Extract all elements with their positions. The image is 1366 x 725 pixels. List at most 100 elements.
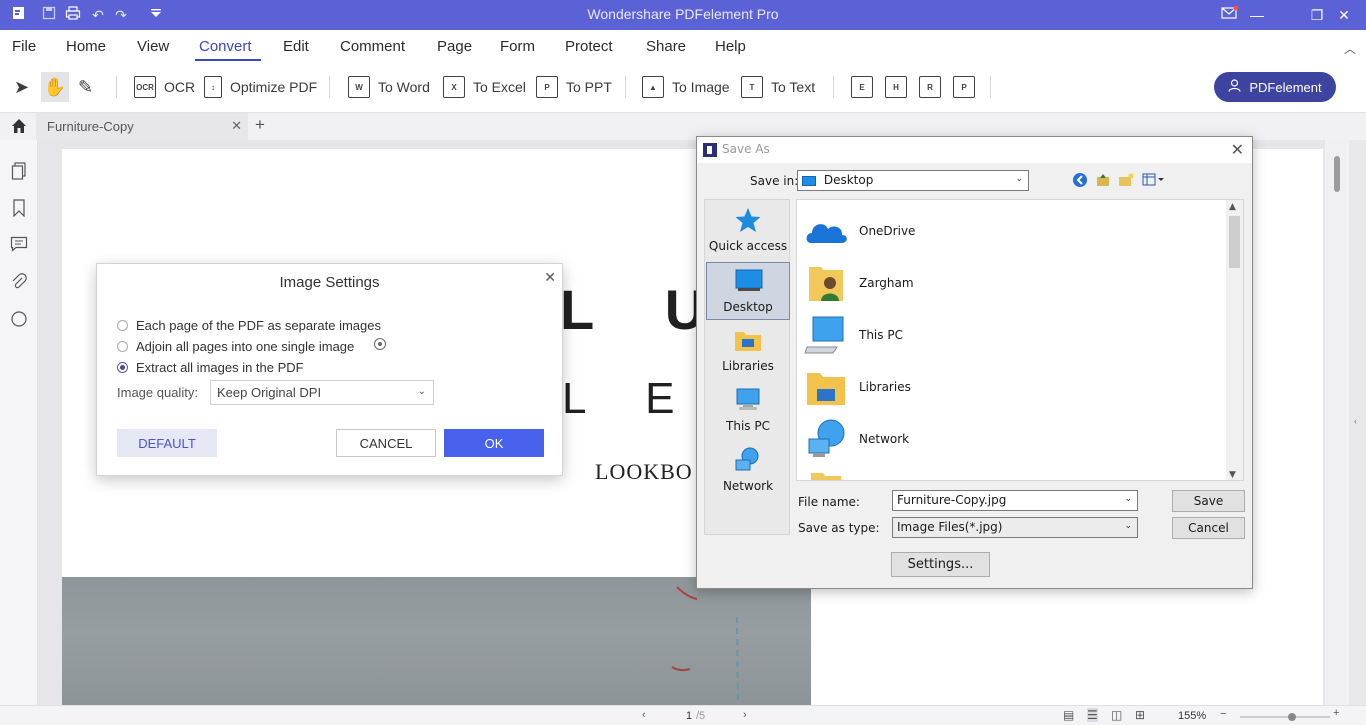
zoom-out-icon[interactable]: − bbox=[1220, 708, 1226, 720]
radio-extract-images[interactable] bbox=[117, 362, 128, 373]
zoom-in-icon[interactable]: + bbox=[1333, 707, 1339, 719]
thumbnails-icon[interactable] bbox=[10, 162, 28, 180]
current-page[interactable]: 1 bbox=[686, 710, 692, 722]
home-icon[interactable] bbox=[10, 117, 28, 138]
account-button[interactable]: PDFelement bbox=[1214, 72, 1336, 102]
menu-convert[interactable]: Convert bbox=[199, 38, 252, 55]
menu-share[interactable]: Share bbox=[646, 38, 686, 55]
attachment-icon[interactable] bbox=[10, 273, 28, 291]
to-word-button[interactable]: W To Word bbox=[348, 74, 430, 100]
file-list-scrollbar[interactable]: ▲ ▼ bbox=[1226, 200, 1243, 480]
cursor-icon: ➤ bbox=[14, 76, 30, 97]
to-html-button[interactable]: H bbox=[885, 74, 907, 100]
ocr-button[interactable]: OCR OCR bbox=[134, 74, 195, 100]
list-item[interactable]: Libraries bbox=[803, 364, 1223, 410]
two-page-continuous-icon[interactable]: ⊞ bbox=[1135, 708, 1145, 722]
place-libraries[interactable]: Libraries bbox=[706, 322, 790, 380]
menu-form[interactable]: Form bbox=[500, 38, 535, 55]
scroll-down-icon[interactable]: ▼ bbox=[1229, 470, 1236, 480]
list-item[interactable]: OneDrive bbox=[803, 208, 1223, 254]
zoom-slider-handle[interactable] bbox=[1288, 713, 1296, 721]
option-adjoin-pages[interactable]: Adjoin all pages into one single image bbox=[117, 339, 354, 354]
menu-home[interactable]: Home bbox=[66, 38, 106, 55]
optimize-pdf-button[interactable]: ↕ Optimize PDF bbox=[204, 74, 317, 100]
to-epub-button[interactable]: E bbox=[851, 74, 873, 100]
two-page-view-icon[interactable]: ◫ bbox=[1111, 708, 1122, 722]
radio-adjoin-pages[interactable] bbox=[117, 341, 128, 352]
list-item[interactable]: This PC bbox=[803, 312, 1223, 358]
option-label: Adjoin all pages into one single image bbox=[136, 339, 355, 354]
edit-pen-icon: ✎ bbox=[78, 76, 94, 97]
menu-view[interactable]: View bbox=[137, 38, 169, 55]
file-list: OneDrive Zargham This PC Libraries Netwo… bbox=[796, 199, 1244, 481]
collapse-ribbon-icon[interactable]: ︿ bbox=[1344, 40, 1356, 57]
continuous-view-icon[interactable]: ☰ bbox=[1087, 708, 1098, 722]
list-item[interactable]: Network bbox=[803, 416, 1223, 462]
edit-tool[interactable]: ✎ bbox=[78, 74, 93, 100]
back-icon[interactable] bbox=[1072, 172, 1088, 191]
search-icon[interactable] bbox=[10, 310, 28, 328]
file-name-input[interactable]: Furniture-Copy.jpg ⌄ bbox=[892, 490, 1138, 511]
tab-furniture-copy[interactable]: Furniture-Copy ✕ bbox=[36, 113, 248, 141]
option-extract-images[interactable]: Extract all images in the PDF bbox=[117, 360, 304, 375]
place-desktop[interactable]: Desktop bbox=[706, 262, 790, 320]
menu-help[interactable]: Help bbox=[715, 38, 746, 55]
save-as-type-select[interactable]: Image Files(*.jpg) ⌄ bbox=[892, 517, 1138, 538]
close-dialog-icon[interactable]: ✕ bbox=[544, 269, 556, 286]
bookmark-icon[interactable] bbox=[10, 199, 28, 218]
to-excel-button[interactable]: X To Excel bbox=[443, 74, 526, 100]
view-menu-icon[interactable] bbox=[1142, 172, 1166, 191]
up-folder-icon[interactable] bbox=[1095, 172, 1111, 191]
to-rtf-button[interactable]: R bbox=[919, 74, 941, 100]
place-quick-access[interactable]: Quick access bbox=[706, 202, 790, 260]
comment-icon[interactable] bbox=[10, 236, 28, 254]
close-window-icon[interactable]: ✕ bbox=[1332, 4, 1356, 26]
adjoin-settings-icon[interactable] bbox=[374, 338, 386, 350]
place-this-pc[interactable]: This PC bbox=[706, 382, 790, 440]
menu-protect[interactable]: Protect bbox=[565, 38, 613, 55]
scrollbar-thumb[interactable] bbox=[1229, 216, 1240, 268]
ok-button[interactable]: OK bbox=[444, 429, 544, 457]
default-button[interactable]: DEFAULT bbox=[117, 429, 217, 457]
restore-icon[interactable]: ❐ bbox=[1305, 4, 1329, 26]
vertical-scrollbar[interactable] bbox=[1325, 140, 1349, 705]
user-folder-icon bbox=[803, 261, 849, 305]
close-save-as-icon[interactable]: ✕ bbox=[1231, 140, 1244, 159]
settings-button[interactable]: Settings... bbox=[891, 552, 990, 577]
radio-separate-images[interactable] bbox=[117, 320, 128, 331]
save-button[interactable]: Save bbox=[1172, 490, 1245, 512]
to-text-button[interactable]: T To Text bbox=[741, 74, 815, 100]
mail-icon[interactable] bbox=[1218, 4, 1242, 26]
to-ppt-button[interactable]: P To PPT bbox=[536, 74, 612, 100]
to-image-button[interactable]: ▲ To Image bbox=[642, 74, 730, 100]
zoom-slider[interactable] bbox=[1240, 713, 1330, 721]
cancel-save-button[interactable]: Cancel bbox=[1172, 517, 1245, 539]
chevron-down-icon: ⌄ bbox=[1124, 521, 1132, 531]
scroll-up-icon[interactable]: ▲ bbox=[1229, 202, 1236, 212]
new-folder-icon[interactable] bbox=[1118, 172, 1134, 191]
zoom-level[interactable]: 155% bbox=[1178, 710, 1206, 722]
image-quality-select[interactable]: Keep Original DPI ⌄ bbox=[210, 380, 434, 405]
new-tab-button[interactable]: + bbox=[255, 115, 265, 135]
place-network[interactable]: Network bbox=[706, 442, 790, 500]
menu-page[interactable]: Page bbox=[437, 38, 472, 55]
prev-page-icon[interactable]: ‹ bbox=[642, 709, 646, 721]
cancel-button[interactable]: CANCEL bbox=[336, 429, 436, 457]
menu-file[interactable]: File bbox=[12, 38, 36, 55]
scrollbar-thumb[interactable] bbox=[1334, 156, 1340, 192]
hand-tool[interactable]: ✋ bbox=[41, 72, 69, 102]
to-pdfa-button[interactable]: P bbox=[953, 74, 975, 100]
save-in-select[interactable]: Desktop ⌄ bbox=[797, 170, 1029, 191]
minimize-icon[interactable]: — bbox=[1245, 4, 1269, 26]
expand-right-panel-icon[interactable]: ‹ bbox=[1354, 416, 1357, 426]
single-page-view-icon[interactable]: ▤ bbox=[1063, 708, 1074, 722]
list-item[interactable] bbox=[803, 468, 1223, 480]
select-tool[interactable]: ➤ bbox=[14, 74, 29, 100]
list-item[interactable]: Zargham bbox=[803, 260, 1223, 306]
image-quality-label: Image quality: bbox=[117, 385, 198, 400]
next-page-icon[interactable]: › bbox=[743, 709, 747, 721]
close-tab-icon[interactable]: ✕ bbox=[231, 118, 242, 134]
menu-comment[interactable]: Comment bbox=[340, 38, 405, 55]
option-separate-images[interactable]: Each page of the PDF as separate images bbox=[117, 318, 381, 333]
menu-edit[interactable]: Edit bbox=[283, 38, 309, 55]
